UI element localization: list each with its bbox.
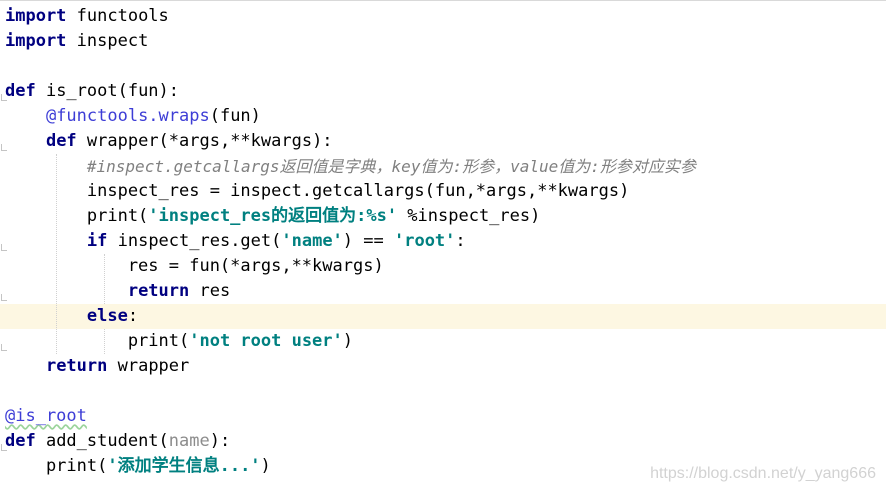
keyword: import [5,31,67,51]
code-line[interactable]: print('inspect_res的返回值为:%s' %inspect_res… [0,204,886,229]
code-text: (fun) [209,106,261,126]
code-line[interactable]: def is_root(fun): [0,79,886,104]
code-text: ) [260,456,271,476]
code-text: wrapper [107,356,190,376]
code-text: res [189,281,231,301]
code-line[interactable]: @functools.wraps(fun) [0,104,886,129]
code-line[interactable]: return res [0,279,886,304]
code-line[interactable]: import inspect [0,29,886,54]
keyword: return [45,356,108,376]
fold-marker-icon[interactable] [1,344,7,351]
code-text: inspect_res = inspect.getcallargs(fun,*a… [5,181,630,201]
fold-marker-icon[interactable] [1,244,7,251]
code-text: print( [5,206,149,226]
code-line[interactable]: print('not root user') [0,329,886,354]
indent-guide [104,329,106,354]
string: 'root' [393,231,456,251]
code-line[interactable]: def add_student(name): [0,429,886,454]
code-line[interactable]: def wrapper(*args,**kwargs): [0,129,886,154]
code-line[interactable] [0,54,886,79]
keyword: return [127,281,190,301]
code-text: res = fun(*args,**kwargs) [5,256,384,276]
string: 'inspect_res的返回值为:%s' [148,206,398,226]
code-line[interactable]: inspect_res = inspect.getcallargs(fun,*a… [0,179,886,204]
code-line-current[interactable]: else: [0,304,886,329]
code-line[interactable]: @is_root [0,404,886,429]
comment: #inspect.getcallargs返回值是字典，key值为:形参，valu… [86,157,696,176]
watermark: https://blog.csdn.net/y_yang666 [650,465,876,482]
code-text: print( [5,331,190,351]
code-text: is_root(fun): [35,81,180,101]
string: 'not root user' [189,331,343,351]
fold-marker-icon[interactable] [1,294,7,301]
fold-marker-icon[interactable] [1,94,7,101]
keyword: def [5,81,36,101]
code-line[interactable]: import functools [0,4,886,29]
parameter: name [168,431,210,451]
code-text: inspect_res.get( [107,231,282,251]
keyword: import [5,6,67,26]
code-line[interactable]: #inspect.getcallargs返回值是字典，key值为:形参，valu… [0,154,886,179]
string: 'name' [281,231,343,251]
string: '添加学生信息...' [107,456,261,476]
code-text: : [127,306,139,326]
code-text: functools [66,6,169,26]
code-text: %inspect_res) [397,206,541,226]
keyword: else [86,306,128,326]
code-line[interactable] [0,379,886,404]
keyword: def [45,131,77,151]
decorator: @is_root [5,406,87,426]
indent-guide [56,154,58,354]
code-line[interactable]: return wrapper [0,354,886,379]
code-text: add_student( [35,431,169,451]
fold-marker-icon[interactable] [1,144,7,151]
code-editor[interactable]: import functools import inspect def is_r… [0,0,886,493]
code-text: ): [209,431,231,451]
code-text: ) [342,331,354,351]
indent-guide [104,254,106,304]
fold-marker-icon[interactable] [1,444,7,451]
code-text: ) == [342,231,394,251]
code-line[interactable]: res = fun(*args,**kwargs) [0,254,886,279]
code-line[interactable]: if inspect_res.get('name') == 'root': [0,229,886,254]
code-text: inspect [66,31,149,51]
code-text: print( [5,456,108,476]
decorator: @functools.wraps [45,106,210,126]
keyword: def [5,431,36,451]
keyword: if [86,231,108,251]
code-text: : [455,231,466,251]
code-text: wrapper(*args,**kwargs): [76,131,333,151]
